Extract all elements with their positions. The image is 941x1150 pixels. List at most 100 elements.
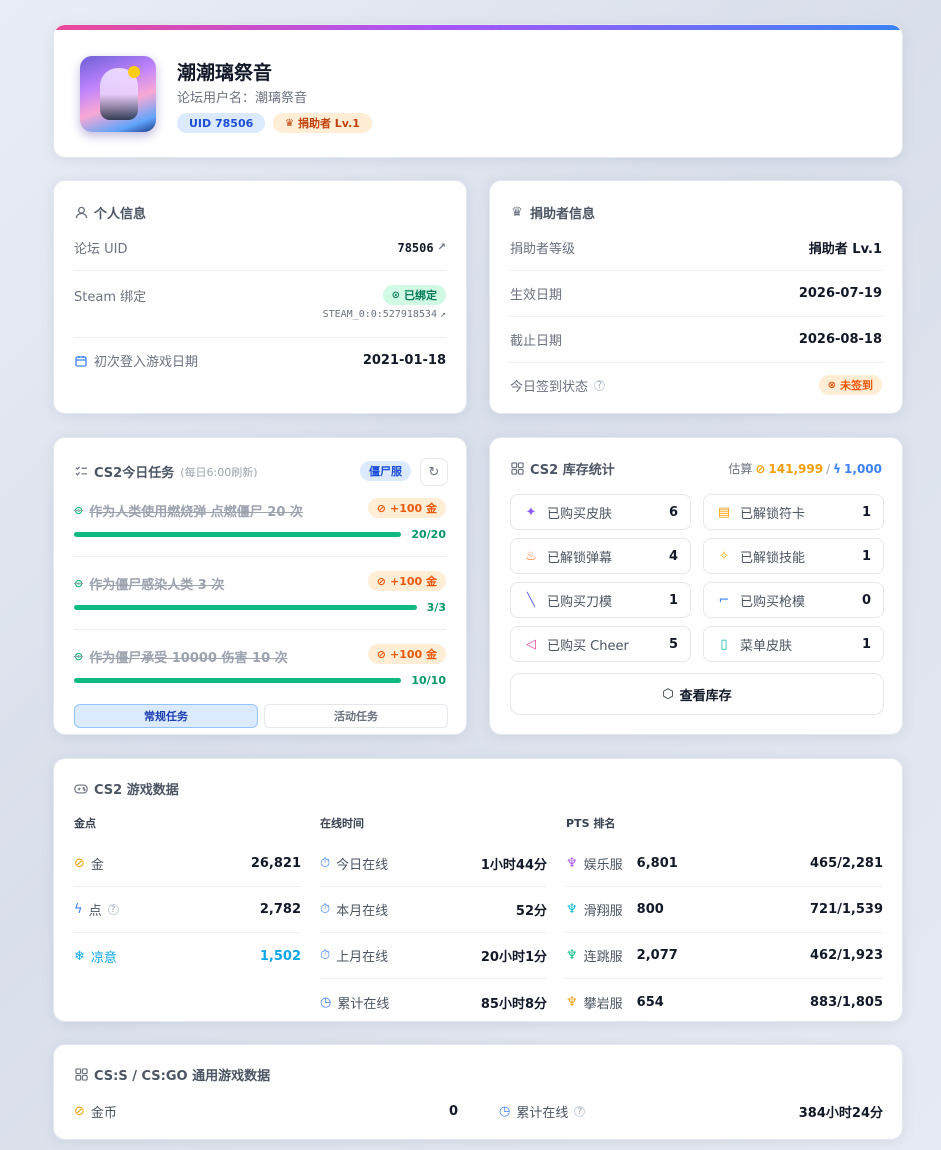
grid-icon: [510, 462, 524, 476]
donor-info-header: ♛ 捐助者信息: [511, 205, 596, 222]
gold-row: ❄ 凉意 1,502: [74, 948, 301, 966]
inventory-stat-sparkle[interactable]: ✧ 已解锁技能 1: [703, 538, 884, 574]
gun-icon: ⌐: [718, 592, 730, 608]
donor-badge: ♛ 捐助者 Lv.1: [273, 113, 372, 133]
online-time-row: ⏱ 今日在线 1小时44分: [320, 841, 547, 887]
donor-info-card: ♛ 捐助者信息 捐助者等级 捐助者 Lv.1 生效日期 2026-07-19 截…: [489, 180, 903, 414]
profile-gradient-bar: [54, 25, 902, 30]
task-reward-badge: ⊘ +100 金: [367, 571, 446, 591]
stopwatch-icon: ⏱: [320, 902, 331, 917]
task-item: ⊙ 作为人类使用燃烧弹 点燃僵尸 20 次 ⊘ +100 金 20/20: [54, 498, 466, 561]
uid-badge: UID 78506: [177, 113, 266, 133]
inventory-stat-book[interactable]: ▯ 菜单皮肤 1: [703, 626, 884, 662]
uid-link[interactable]: 78506 ↗: [397, 241, 446, 255]
x-circle-icon: ⊗: [827, 379, 836, 391]
profile-card: 潮潮璃祭音 论坛用户名：潮璃祭音 UID 78506 ♛ 捐助者 Lv.1: [53, 24, 903, 158]
pts-rank-row: ♆ 滑翔服 800 721/1,539: [566, 887, 883, 933]
refresh-icon: ↻: [428, 464, 440, 480]
pts-rank-row: ♆ 攀岩服 654 883/1,805: [566, 994, 883, 1012]
trophy-icon: ♆: [566, 994, 578, 1010]
inventory-stat-card[interactable]: ▤ 已解锁符卡 1: [703, 494, 884, 530]
tab-event-tasks[interactable]: 活动任务: [264, 704, 448, 728]
lightning-icon: ϟ: [833, 461, 842, 476]
coin-icon: ⊘: [376, 647, 386, 661]
coin-icon: ⊘: [755, 461, 766, 476]
coin-icon: ⊘: [376, 574, 386, 588]
divider: [74, 629, 446, 630]
task-title: ⊙ 作为人类使用燃烧弹 点燃僵尸 20 次: [74, 504, 303, 520]
sparkle-icon: ✧: [718, 548, 730, 564]
inventory-stat-person[interactable]: ✦ 已购买皮肤 6: [510, 494, 691, 530]
legacy-header: CS:S / CS:GO 通用游戏数据: [74, 1065, 270, 1084]
task-progress-bar: [74, 532, 401, 537]
online-time-row: ◷ 累计在线 85小时8分: [320, 994, 547, 1012]
profile-name: 潮潮璃祭音: [177, 62, 273, 84]
inventory-header: CS2 库存统计: [510, 459, 615, 478]
check-circle-icon: ⊙: [391, 289, 400, 301]
task-progress-text: 10/10: [411, 674, 446, 687]
steam-id-link[interactable]: STEAM_0:0:527918534 ↗: [323, 309, 446, 320]
online-time-row: ⏱ 上月在线 20小时1分: [320, 933, 547, 979]
pts-rank-row: ♆ 娱乐服 6,801 465/2,281: [566, 841, 883, 887]
daily-tasks-card: CS2今日任务 (每日6:00刷新) 僵尸服 ↻ ⊙ 作为人类使用燃烧弹 点燃僵尸…: [53, 437, 467, 735]
legacy-coins-row: ⊘ 金币 0: [74, 1104, 458, 1121]
task-progress-fill: [74, 678, 401, 683]
task-progress-fill: [74, 605, 417, 610]
help-icon[interactable]: ?: [594, 379, 606, 391]
flame-icon: ♨: [525, 548, 537, 564]
task-progress-bar: [74, 678, 401, 683]
inventory-stat-gun[interactable]: ⌐ 已购买枪模 0: [703, 582, 884, 618]
person-icon: ✦: [525, 504, 537, 520]
stopwatch-icon: ⏱: [320, 856, 331, 871]
divider: [510, 270, 882, 271]
gold-column: 金点 ⊘ 金 26,821 ϟ 点? 2,782 ❄ 凉意 1,502: [74, 815, 301, 979]
tasks-header: CS2今日任务 (每日6:00刷新): [74, 462, 258, 481]
forum-username: 论坛用户名：潮璃祭音: [177, 91, 308, 106]
trophy-icon: ♆: [566, 948, 578, 963]
gold-row: ⊘ 金 26,821: [74, 841, 301, 887]
stopwatch-icon: ⏱: [320, 948, 331, 963]
inventory-stat-knife[interactable]: ╲ 已购买刀模 1: [510, 582, 691, 618]
avatar[interactable]: [80, 56, 156, 132]
inventory-stat-megaphone[interactable]: ◁ 已购买 Cheer 5: [510, 626, 691, 662]
view-inventory-button[interactable]: ⬡ 查看库存: [510, 673, 884, 715]
zombie-server-badge: 僵尸服: [360, 461, 411, 481]
legacy-total-online-row: ◷ 累计在线 ? 384小时24分: [499, 1104, 883, 1121]
divider: [74, 270, 446, 271]
check-circle-icon: ⊙: [74, 504, 84, 517]
pts-rank-row: ♆ 连跳服 2,077 462/1,923: [566, 933, 883, 979]
checklist-icon: [74, 465, 88, 479]
inventory-estimate: 估算 ⊘ 141,999 / ϟ 1,000: [728, 461, 882, 477]
task-progress-fill: [74, 532, 401, 537]
help-icon[interactable]: ?: [574, 1106, 586, 1117]
card-icon: ▤: [717, 504, 731, 520]
knife-icon: ╲: [527, 592, 535, 608]
avatar-accent: [128, 66, 140, 78]
box-icon: ⬡: [662, 686, 674, 702]
coin-icon: ⊘: [74, 1104, 85, 1119]
divider: [74, 337, 446, 338]
refresh-button[interactable]: ↻: [420, 458, 448, 486]
task-item: ⊙ 作为僵尸感染人类 3 次 ⊘ +100 金 3/3: [54, 571, 466, 634]
coin-icon: ⊘: [74, 856, 85, 871]
external-link-icon: ↗: [439, 309, 446, 320]
steam-row: Steam 绑定 ⊙ 已绑定: [74, 285, 446, 305]
crown-icon: ♛: [511, 205, 523, 220]
pts-rank-column: PTS 排名 ♆ 娱乐服 6,801 465/2,281 ♆ 滑翔服 800 721/1,53…: [566, 815, 883, 1021]
task-title: ⊙ 作为僵尸感染人类 3 次: [74, 577, 225, 593]
crown-icon: ♛: [285, 117, 294, 129]
calendar-icon: [74, 354, 88, 368]
game-data-header: CS2 游戏数据: [74, 779, 179, 798]
legacy-data-card: CS:S / CS:GO 通用游戏数据 ⊘ 金币 0 ◷ 累计在线 ? 384小…: [53, 1044, 903, 1140]
megaphone-icon: ◁: [526, 636, 536, 652]
trophy-icon: ♆: [566, 856, 578, 871]
inventory-stat-flame[interactable]: ♨ 已解锁弹幕 4: [510, 538, 691, 574]
help-icon[interactable]: ?: [107, 904, 119, 915]
tab-regular-tasks[interactable]: 常规任务: [74, 704, 258, 728]
uid-row: 论坛 UID 78506 ↗: [74, 240, 446, 258]
snowflake-icon: ❄: [74, 948, 85, 964]
gold-row: ϟ 点? 2,782: [74, 887, 301, 933]
task-reward-badge: ⊘ +100 金: [367, 644, 446, 664]
donor-level-row: 捐助者等级 捐助者 Lv.1: [510, 242, 882, 257]
lightning-icon: ϟ: [74, 902, 83, 917]
